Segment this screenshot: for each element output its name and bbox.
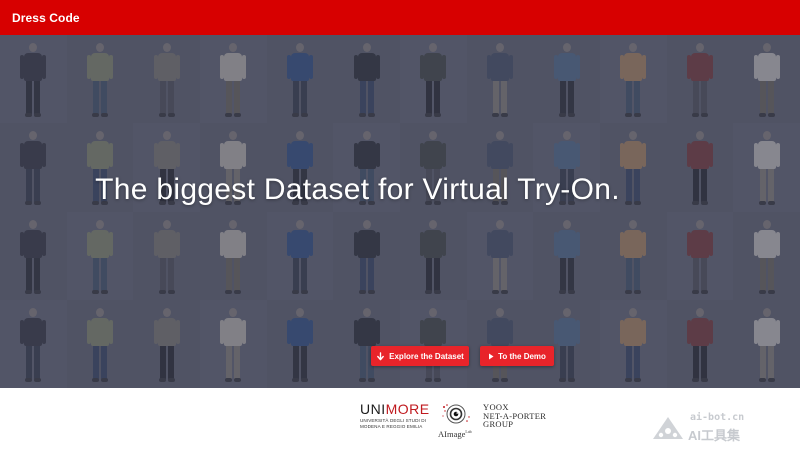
watermark-logo-icon [653,417,683,439]
explore-dataset-label: Explore the Dataset [389,351,464,361]
aimage-emblem-icon [442,404,470,424]
ynap-logo[interactable]: YOOX NET-A-PORTER GROUP [483,403,546,429]
watermark-domain: ai-bot.cn [690,412,745,423]
watermark: ai-bot.cn AI工具集 [652,412,792,446]
hero-overlay [0,35,800,388]
explore-dataset-button[interactable]: Explore the Dataset [371,346,469,366]
unimore-wordmark: UNIMORE [360,401,430,417]
aimage-wordmark: AImageLab [438,429,472,439]
aimage-lab-logo[interactable]: AImageLab [436,401,476,441]
unimore-logo[interactable]: UNIMORE UNIVERSITÀ DEGLI STUDI DI MODENA… [360,402,435,429]
unimore-subtitle: UNIVERSITÀ DEGLI STUDI DI MODENA E REGGI… [360,418,427,429]
watermark-text: AI工具集 [688,428,741,443]
footer-logos: UNIMORE UNIVERSITÀ DEGLI STUDI DI MODENA… [0,388,800,450]
top-navbar: Dress Code [0,0,800,35]
hero-section: The biggest Dataset for Virtual Try-On. … [0,35,800,388]
to-demo-button[interactable]: To the Demo [480,346,554,366]
play-triangle-icon [488,353,494,360]
brand-title[interactable]: Dress Code [12,11,80,25]
arrow-down-icon [376,351,385,361]
to-demo-label: To the Demo [498,351,546,361]
hero-headline: The biggest Dataset for Virtual Try-On. [95,173,620,206]
